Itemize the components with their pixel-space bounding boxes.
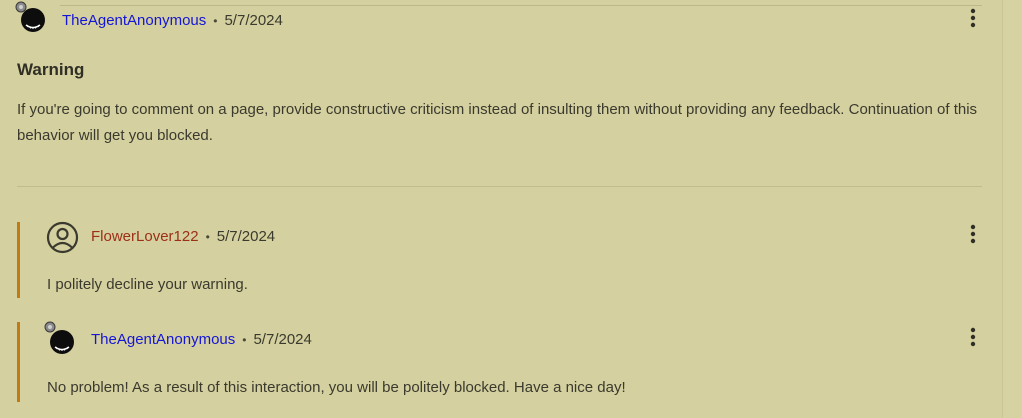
comment-title: Warning [17, 60, 85, 79]
author-link[interactable]: TheAgentAnonymous [62, 12, 206, 29]
bomb-avatar-icon[interactable] [12, 0, 52, 36]
author-link[interactable]: TheAgentAnonymous [91, 331, 235, 348]
meta-separator: • [205, 229, 210, 244]
reply-meta: TheAgentAnonymous • 5/7/2024 [91, 331, 312, 348]
thread-divider [17, 186, 982, 187]
meta-separator: • [242, 332, 247, 347]
reply-date: 5/7/2024 [253, 331, 312, 348]
more-vertical-icon[interactable] [963, 223, 983, 245]
reply-date: 5/7/2024 [216, 228, 276, 245]
comments-panel: TheAgentAnonymous • 5/7/2024 Warning If … [0, 0, 1002, 418]
bomb-avatar-icon[interactable] [41, 320, 81, 356]
reply-indent-bar [17, 322, 20, 402]
scrollbar-track[interactable] [1002, 0, 1022, 418]
user-circle-icon[interactable] [46, 221, 79, 254]
meta-separator: • [213, 13, 218, 28]
reply-meta: FlowerLover122 • 5/7/2024 [91, 228, 275, 245]
reply-indent-bar [17, 222, 20, 298]
author-link[interactable]: FlowerLover122 [91, 228, 199, 245]
more-vertical-icon[interactable] [963, 326, 983, 348]
more-vertical-icon[interactable] [963, 7, 983, 29]
top-divider [60, 5, 982, 6]
reply-body: I politely decline your warning. [47, 276, 248, 293]
comment-meta: TheAgentAnonymous • 5/7/2024 [62, 12, 283, 29]
comment-body: If you're going to comment on a page, pr… [17, 101, 978, 144]
reply-body: No problem! As a result of this interact… [47, 379, 626, 396]
comment-date: 5/7/2024 [224, 12, 283, 29]
